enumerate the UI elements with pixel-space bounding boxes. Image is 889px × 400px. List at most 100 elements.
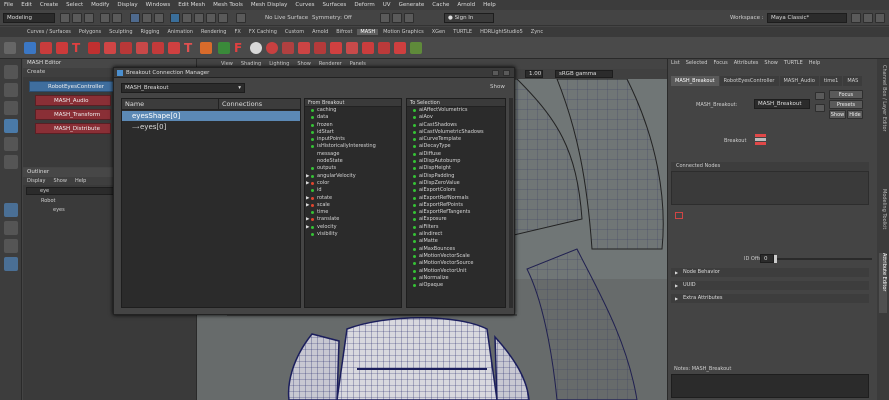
expand-arrow-icon[interactable]: ▶	[306, 216, 309, 223]
connected-nodes-header[interactable]: Connected Nodes	[671, 162, 869, 171]
to-attr-aimotionvectorscale[interactable]: aiMotionVectorScale	[407, 253, 505, 260]
side-tab-attribute-editor[interactable]: Attribute Editor	[879, 253, 887, 313]
section-extra-attributes[interactable]: Extra Attributes	[671, 294, 869, 303]
ae-tab-mash-breakout[interactable]: MASH_Breakout	[671, 76, 719, 86]
section-uuid[interactable]: UUID	[671, 281, 869, 290]
focus-button[interactable]: Focus	[829, 90, 863, 99]
shelf-tab-rendering[interactable]: Rendering	[198, 29, 230, 35]
to-attr-aiexportrefpoints[interactable]: aiExportRefPoints	[407, 202, 505, 209]
menu-item-create[interactable]: Create	[40, 2, 58, 8]
name-column-header[interactable]: Name	[125, 99, 144, 110]
ae-node-name-field[interactable]: MASH_Breakout	[754, 99, 810, 109]
to-attr-aidiffuse[interactable]: aiDiffuse	[407, 151, 505, 158]
expand-arrow-icon[interactable]: ▶	[306, 180, 309, 187]
ae-tab-more[interactable]: MAS	[843, 76, 863, 86]
menu-item-deform[interactable]: Deform	[354, 2, 374, 8]
id-offset-field[interactable]: 0	[760, 254, 774, 263]
snap-point-icon[interactable]	[194, 13, 204, 23]
tree-item-eyesshape[interactable]: eyesShape[0]	[122, 111, 300, 121]
to-attr-aiindirect[interactable]: aiIndirect	[407, 231, 505, 238]
menu-item-generate[interactable]: Generate	[399, 2, 425, 8]
from-attr-angularvelocity[interactable]: ▶ angularVelocity	[305, 173, 401, 180]
to-attr-aimaxbounces[interactable]: aiMaxBounces	[407, 246, 505, 253]
panel-toggle-icon-2[interactable]	[863, 13, 873, 23]
from-attr-color[interactable]: ▶ color	[305, 180, 401, 187]
panel-toggle-icon[interactable]	[851, 13, 861, 23]
ae-menu-show[interactable]: Show	[764, 59, 778, 68]
from-attr-scale[interactable]: ▶ scale	[305, 202, 401, 209]
shelf-tab-mash[interactable]: MASH	[357, 29, 379, 35]
menu-item-help[interactable]: Help	[483, 2, 496, 8]
mash-transform-icon[interactable]	[88, 42, 100, 54]
breakout-node-dropdown[interactable]: MASH_Breakout ▾	[121, 83, 245, 93]
shelf-tab-fx[interactable]: FX	[232, 29, 244, 35]
ae-tab-mash-audio[interactable]: MASH_Audio	[779, 76, 819, 86]
connections-column-header[interactable]: Connections	[218, 99, 262, 110]
to-attr-aiaov[interactable]: aiAov	[407, 114, 505, 121]
outliner-menu-display[interactable]: Display	[27, 177, 45, 185]
notes-textarea[interactable]	[671, 374, 869, 398]
presets-button[interactable]: Presets	[829, 100, 863, 109]
scale-tool-icon[interactable]	[4, 155, 18, 169]
to-attr-aiexportrefnormals[interactable]: aiExportRefNormals	[407, 195, 505, 202]
from-attr-inputpoints[interactable]: inputPoints	[305, 136, 401, 143]
shelf-tab-motion-graphics[interactable]: Motion Graphics	[380, 29, 427, 35]
id-offset-slider-handle[interactable]	[774, 255, 777, 263]
single-pane-layout-icon[interactable]	[4, 203, 18, 217]
expand-arrow-icon[interactable]: ▶	[306, 224, 309, 231]
from-attr-nodestate[interactable]: nodeState	[305, 158, 401, 165]
to-attr-aidisppadding[interactable]: aiDispPadding	[407, 173, 505, 180]
from-attr-translate[interactable]: ▶ translate	[305, 216, 401, 223]
redo-icon[interactable]	[112, 13, 122, 23]
menu-item-uv[interactable]: UV	[383, 2, 391, 8]
outliner-item-robot[interactable]: Robot	[35, 197, 56, 205]
outliner-item-eyes[interactable]: eyes	[47, 206, 65, 214]
hide-button[interactable]: Hide	[847, 110, 863, 119]
outliner-menu-show[interactable]: Show	[53, 177, 67, 185]
exposure-field[interactable]: 1.00	[525, 70, 543, 78]
mash-distribute-icon[interactable]	[40, 42, 52, 54]
to-attr-aicurvetemplate[interactable]: aiCurveTemplate	[407, 136, 505, 143]
table-icon[interactable]	[675, 212, 683, 219]
from-attr-time[interactable]: time	[305, 209, 401, 216]
select-by-hierarchy-icon[interactable]	[130, 13, 140, 23]
to-attr-aimatte[interactable]: aiMatte	[407, 238, 505, 245]
colorspace-dropdown[interactable]: sRGB gamma	[555, 70, 613, 78]
workspace-dropdown[interactable]: Maya Classic*	[767, 13, 847, 23]
shelf-tab-xgen[interactable]: XGen	[429, 29, 449, 35]
ae-tab-robot-eyes-controller[interactable]: RobotEyesController	[719, 76, 779, 86]
paint-select-tool-icon[interactable]	[4, 101, 18, 115]
mode-dropdown[interactable]: Modeling	[3, 13, 55, 23]
tree-item-eyes[interactable]: eyes[0]	[122, 122, 300, 132]
to-attr-aidispheight[interactable]: aiDispHeight	[407, 165, 505, 172]
to-attr-aifilters[interactable]: aiFilters	[407, 224, 505, 231]
mash-mdl-icon[interactable]	[200, 42, 212, 54]
from-attr-data[interactable]: data	[305, 114, 401, 121]
from-attr-caching[interactable]: caching	[305, 107, 401, 114]
outliner-menu-help[interactable]: Help	[75, 177, 86, 185]
menu-item-mesh-display[interactable]: Mesh Display	[251, 2, 288, 8]
to-attr-aimotionvectorsource[interactable]: aiMotionVectorSource	[407, 260, 505, 267]
mash-node-robot-eyes-controller[interactable]: RobotEyesController	[29, 81, 114, 92]
mash-audio-icon[interactable]	[250, 42, 262, 54]
select-by-component-icon[interactable]	[154, 13, 164, 23]
new-scene-icon[interactable]	[60, 13, 70, 23]
mash-breakout-icon[interactable]	[266, 42, 278, 54]
to-attr-aiopaque[interactable]: aiOpaque	[407, 282, 505, 289]
mash-node-transform[interactable]: MASH_Transform	[35, 109, 111, 120]
mash-node-audio[interactable]: MASH_Audio	[35, 95, 111, 106]
shelf-tab-hdrlightstudio5[interactable]: HDRLightStudio5	[477, 29, 526, 35]
shelf-tab-fx-caching[interactable]: FX Caching	[246, 29, 280, 35]
mash-follow-icon[interactable]	[298, 42, 310, 54]
mash-orient-icon[interactable]	[346, 42, 358, 54]
outliner-layout-icon[interactable]	[4, 257, 18, 271]
to-attr-aicastvolumetricshadows[interactable]: aiCastVolumetricShadows	[407, 129, 505, 136]
minimize-icon[interactable]	[492, 70, 499, 76]
to-attr-aiexportreftangents[interactable]: aiExportRefTangents	[407, 209, 505, 216]
ae-tab-time1[interactable]: time1	[819, 76, 843, 86]
live-surface-label[interactable]: No Live Surface	[252, 13, 312, 23]
shelf-tab-bifrost[interactable]: Bifrost	[333, 29, 355, 35]
shelf-tab-polygons[interactable]: Polygons	[76, 29, 104, 35]
expand-arrow-icon[interactable]: ▶	[306, 202, 309, 209]
ae-menu-help[interactable]: Help	[809, 59, 820, 68]
